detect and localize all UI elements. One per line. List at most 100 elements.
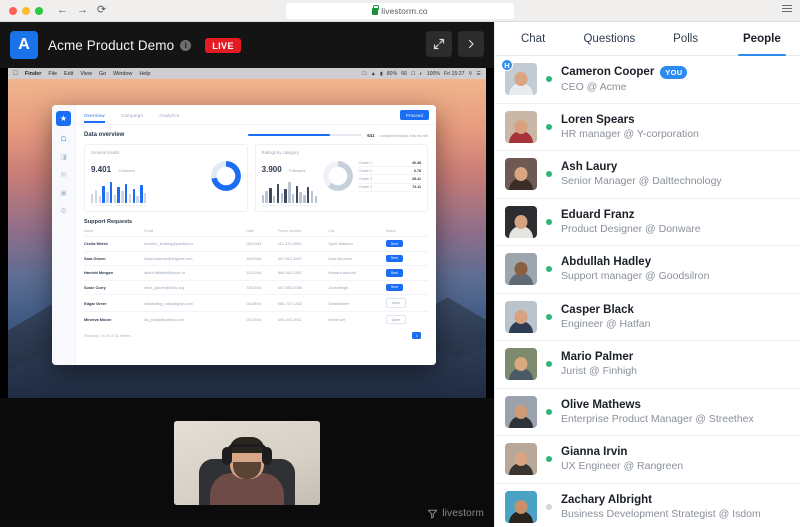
table-header-row: Name Email Date Phone number City Status (84, 229, 428, 237)
column-city: City (328, 229, 386, 237)
star-icon[interactable]: ★ (56, 111, 71, 126)
back-icon[interactable]: ← (57, 5, 68, 16)
mail-icon[interactable]: ✉ (59, 171, 68, 180)
menubar-item-finder[interactable]: Finder (25, 71, 41, 77)
row-action-button[interactable]: Sent (386, 240, 403, 247)
list-item[interactable]: Eduard FranzProduct Designer @ Donware (495, 199, 800, 247)
expand-icon[interactable] (426, 31, 452, 57)
pagination-current-page[interactable]: 1 (412, 332, 421, 339)
tab-polls[interactable]: Polls (648, 22, 724, 55)
dashboard-cta-button[interactable]: Proceed (400, 110, 429, 120)
info-icon[interactable]: i (180, 40, 191, 51)
list-item[interactable]: Casper BlackEngineer @ Hatfan (495, 294, 800, 342)
row-action-button[interactable]: Sent (386, 269, 403, 276)
person-name: Olive Mathews (561, 399, 641, 411)
menubar-item-go[interactable]: Go (99, 71, 106, 77)
list-item[interactable]: Mario PalmerJurist @ Finhigh (495, 341, 800, 389)
menubar-item-help[interactable]: Help (139, 71, 150, 77)
headphones-icon (227, 444, 267, 451)
progress-bar (248, 134, 362, 136)
avatar-image (505, 301, 537, 333)
control-center-icon[interactable]: ☐ (362, 71, 367, 77)
address-bar[interactable]: livestorm.co (286, 3, 514, 19)
person-name: Casper Black (561, 304, 634, 316)
forward-icon[interactable]: → (77, 5, 88, 16)
menubar-item-file[interactable]: File (48, 71, 57, 77)
avatar-image (505, 158, 537, 190)
dashboard-tab-analytics[interactable]: Analytics (159, 107, 179, 123)
search-icon[interactable]: ⚲ (469, 71, 473, 77)
card-bar-axis (262, 205, 317, 206)
chevron-right-icon[interactable] (458, 31, 484, 57)
siri-icon[interactable]: ☰ (476, 71, 481, 77)
wifi-icon[interactable]: ◐ (420, 71, 423, 77)
apple-logo-icon:  (13, 70, 18, 77)
close-window-icon[interactable] (9, 7, 17, 15)
cell-date: 05/12/44 (246, 237, 278, 252)
card-value: 3.900 (262, 165, 282, 174)
notification-icon[interactable]: ▲ (371, 71, 376, 77)
status-dot (546, 266, 552, 272)
list-item[interactable]: Loren SpearsHR manager @ Y-corporation (495, 104, 800, 152)
row-action-button[interactable]: Open (386, 315, 406, 324)
presenter-video-tile[interactable] (174, 421, 320, 505)
table-pagination[interactable]: ← 1 → (406, 332, 428, 339)
list-item[interactable]: Zachary AlbrightBusiness Development Str… (495, 484, 800, 527)
dashboard-body: Data overview 641 completed tasks this m… (76, 125, 436, 365)
list-item[interactable]: Gianna IrvinUX Engineer @ Rangreen (495, 436, 800, 484)
window-traffic-lights[interactable] (0, 7, 43, 15)
battery-icon[interactable]: ▮ (380, 71, 383, 77)
avatar-image (505, 348, 537, 380)
people-list[interactable]: HCameron CooperYOUCEO @ AcmeLoren Spears… (495, 56, 800, 527)
legend-label: Grade 3 (359, 177, 372, 181)
row-action-button[interactable]: Open (386, 298, 406, 307)
dashboard-tab-overview[interactable]: Overview (84, 107, 105, 123)
list-item[interactable]: Ash LaurySenior Manager @ Dalttechnology (495, 151, 800, 199)
livestorm-logo-icon (427, 508, 438, 519)
tab-people[interactable]: People (724, 22, 800, 55)
address-bar-url: livestorm.co (381, 6, 428, 16)
tab-questions[interactable]: Questions (571, 22, 647, 55)
tab-chat[interactable]: Chat (495, 22, 571, 55)
cell-city: Vandi sort (328, 311, 386, 327)
calendar-icon[interactable]: ▣ (59, 189, 68, 198)
browser-navigation[interactable]: ← → ⟳ (57, 5, 106, 16)
person-role: Senior Manager @ Dalttechnology (561, 175, 722, 187)
cell-name: Cecila Welsh (84, 237, 144, 252)
avatar-head (515, 72, 528, 86)
menubar-item-edit[interactable]: Edit (64, 71, 73, 77)
menubar-item-window[interactable]: Window (113, 71, 132, 77)
cell-email: albert.littlefield@mae.hr (144, 266, 246, 281)
cell-date: 04/28/44 (246, 295, 278, 312)
home-icon[interactable]: ☖ (59, 135, 68, 144)
pagination-prev[interactable]: ← (406, 334, 410, 338)
table-row: Cecila Welsh heather_keating@pottsley.io… (84, 237, 428, 252)
settings-icon[interactable]: ⚙ (59, 207, 68, 216)
person-name-row: Casper Black (561, 304, 650, 316)
list-item[interactable]: HCameron CooperYOUCEO @ Acme (495, 56, 800, 104)
reload-icon[interactable]: ⟳ (97, 5, 106, 16)
room-title: Acme Product Demo (48, 38, 174, 53)
airplay-icon[interactable]: ☐ (411, 71, 416, 77)
row-action-button[interactable]: Sent (386, 255, 403, 262)
shared-macos-screen:  Finder File Edit View Go Window Help ☐… (8, 68, 486, 398)
maximize-window-icon[interactable] (35, 7, 43, 15)
list-item[interactable]: Abdullah HadleySupport manager @ Goodsil… (495, 246, 800, 294)
table-row: Sara Glover Brad.brannan@leigmin.com 46/… (84, 251, 428, 266)
desktop-wallpaper: ★ ☖ ◨ ✉ ▣ ⚙ Overview Campaign Analytics (8, 79, 486, 398)
person-info: Eduard FranzProduct Designer @ Donware (561, 209, 701, 235)
cell-city: Howard arbourit (328, 266, 386, 281)
hamburger-menu-icon[interactable] (782, 5, 792, 12)
row-action-button[interactable]: Sent (386, 284, 403, 291)
dashboard-tab-campaign[interactable]: Campaign (121, 107, 144, 123)
cell-city: East Mousam (328, 251, 386, 266)
person-info: Ash LaurySenior Manager @ Dalttechnology (561, 161, 722, 187)
minimize-window-icon[interactable] (22, 7, 30, 15)
pagination-next[interactable]: → (424, 334, 428, 338)
menubar-item-view[interactable]: View (80, 71, 92, 77)
list-item[interactable]: Olive MathewsEnterprise Product Manager … (495, 389, 800, 437)
table-row: Harriett Morgan albert.littlefield@mae.h… (84, 266, 428, 281)
chart-icon[interactable]: ◨ (59, 153, 68, 162)
presenter-camera-strip: livestorm (0, 398, 494, 527)
battery-percent: 80% (387, 71, 397, 77)
